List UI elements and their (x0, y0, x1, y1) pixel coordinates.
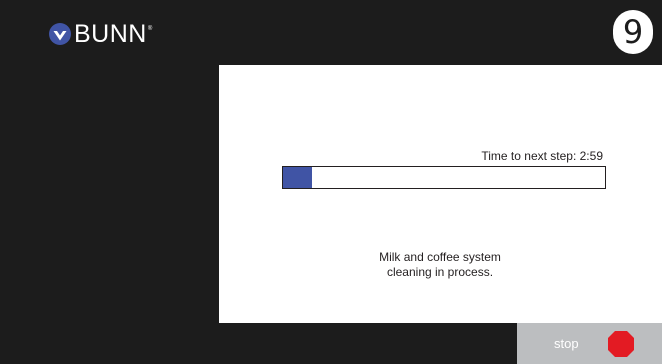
stop-button-label: stop (554, 336, 579, 351)
status-line-2: cleaning in process. (386, 265, 494, 279)
stop-sign-icon (608, 331, 634, 357)
trademark-mark: ® (147, 26, 153, 32)
header-bar: BUNN ® 9 (0, 0, 662, 64)
cleaning-progress-bar (282, 166, 606, 189)
bunn-logo-icon (49, 23, 71, 45)
bunn-logo: BUNN ® (48, 20, 153, 48)
status-line-1: Milk and coffee system (379, 250, 501, 264)
status-message: Milk and coffee system cleaning in proce… (219, 250, 661, 280)
stop-button[interactable]: stop (517, 323, 662, 364)
content-panel: Time to next step: 2:59 Milk and coffee … (219, 65, 662, 323)
brand-name: BUNN (74, 20, 147, 48)
cleaning-screen: BUNN ® 9 Time to next step: 2:59 Milk an… (0, 0, 662, 364)
progress-fill (283, 167, 312, 188)
time-to-next-step: Time to next step: 2:59 (481, 149, 603, 163)
step-number-badge: 9 (613, 10, 653, 54)
